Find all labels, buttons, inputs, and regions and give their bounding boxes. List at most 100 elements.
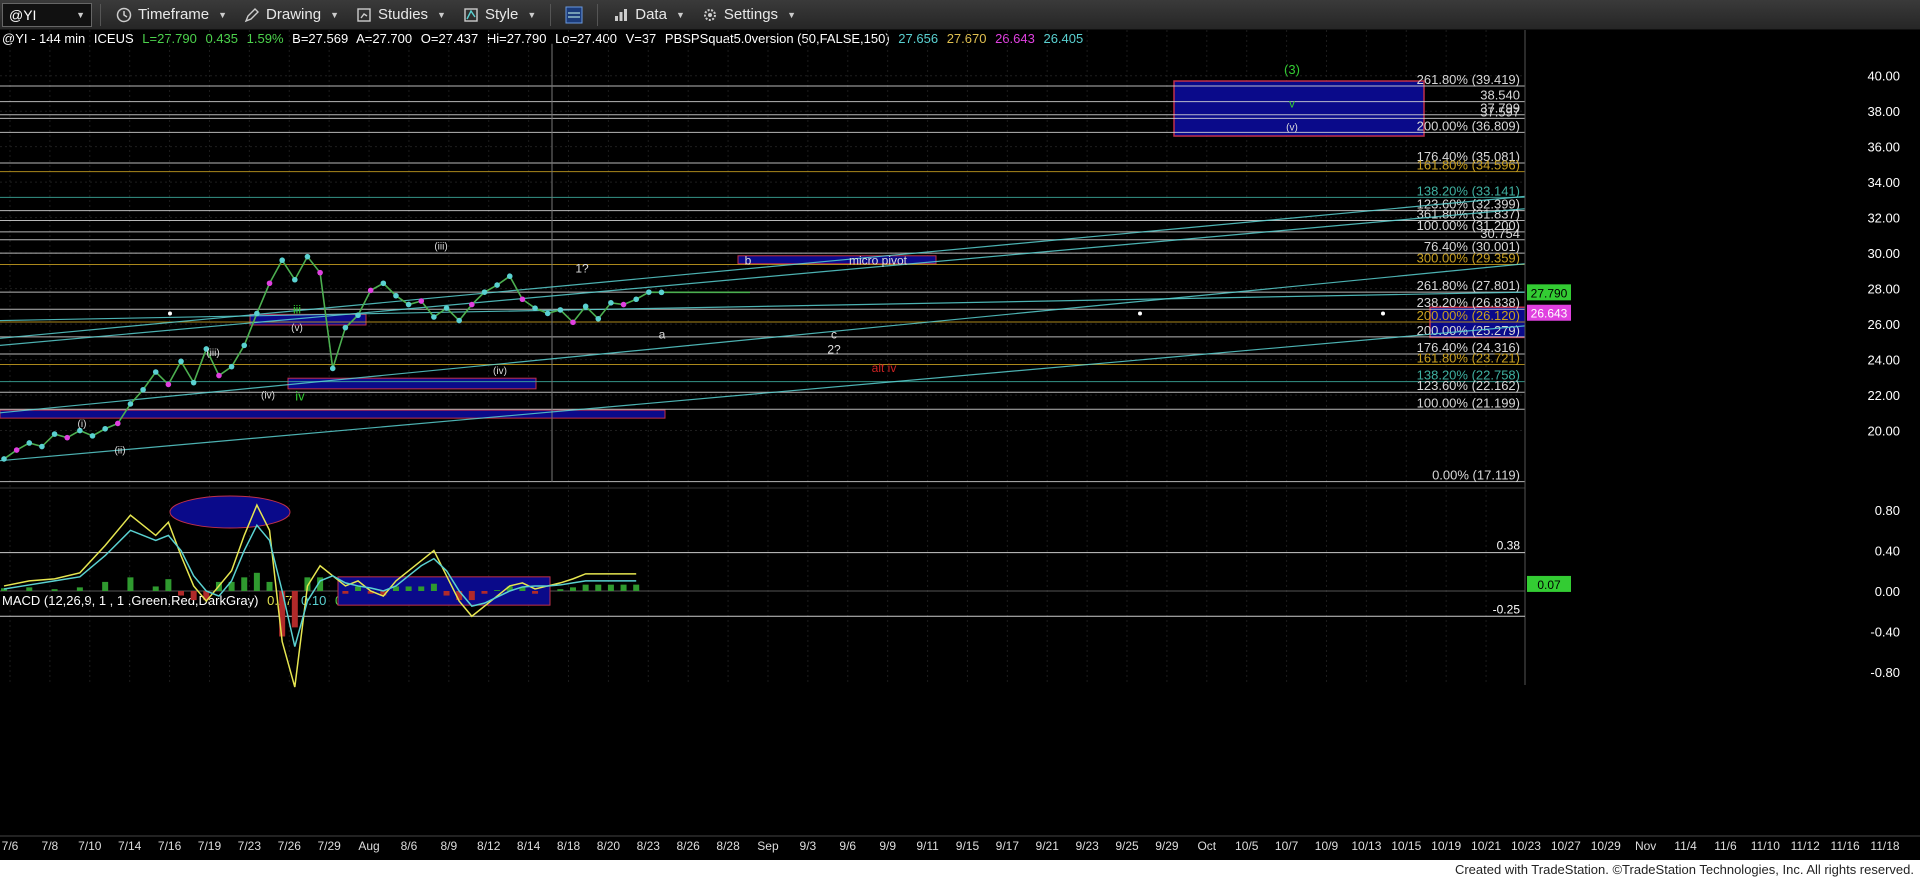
x-tick-label: 9/9 (879, 839, 896, 853)
studies-label: Studies (378, 6, 429, 23)
x-tick-label: 9/6 (839, 839, 856, 853)
toolbar: @YI ▼ Timeframe ▼ Drawing ▼ Studies ▼ St… (0, 0, 1920, 30)
x-tick-label: 7/16 (158, 839, 182, 853)
wave-label-iv-small: (iv) (261, 391, 275, 402)
price-tick-label: 36.00 (1867, 140, 1900, 155)
pivot-dot (317, 269, 323, 276)
price-tick-label: 26.00 (1867, 317, 1900, 332)
price-tick-label: 30.00 (1867, 246, 1900, 261)
macd-histogram-bar (418, 586, 425, 591)
wave-label-iii-small: (iii) (206, 348, 219, 359)
layout-icon (565, 6, 583, 24)
macd-histogram-bar (468, 591, 475, 601)
pivot-dot (165, 381, 172, 388)
x-tick-label: 8/18 (557, 839, 581, 853)
toolbar-separator (550, 3, 552, 26)
x-tick-label: 10/9 (1315, 839, 1339, 853)
macd-histogram-bar (152, 586, 159, 591)
macd-histogram-bar (26, 587, 33, 591)
settings-button[interactable]: Settings ▼ (695, 2, 802, 28)
x-tick-label: 8/26 (677, 839, 701, 853)
macd-tick-label: 0.00 (1875, 584, 1900, 599)
pivot-dot (342, 324, 349, 331)
drawing-label: Drawing (266, 6, 322, 23)
wave-label-v-small-2: (v) (291, 323, 303, 334)
symbol-dropdown-icon[interactable]: ▼ (76, 10, 85, 20)
x-tick-label: 10/7 (1275, 839, 1299, 853)
macd-highlight-ellipse (169, 495, 291, 529)
x-tick-label: Nov (1635, 839, 1656, 853)
pivot-dot (544, 310, 551, 317)
marker-dot (168, 311, 172, 316)
x-tick-label: 8/12 (477, 839, 501, 853)
macd-histogram-bar (102, 581, 109, 591)
timeframe-label: Timeframe (138, 6, 210, 23)
macd-tick-label: 0.80 (1875, 503, 1900, 518)
pivot-dot (292, 276, 298, 283)
x-tick-label: 8/20 (597, 839, 621, 853)
x-tick-label: Oct (1197, 839, 1216, 853)
price-tick-label: 38.00 (1867, 104, 1900, 119)
fib-label: 0.00% (17.119) (1432, 468, 1520, 483)
pivot-dot (519, 296, 526, 303)
trend-lines (0, 195, 1526, 462)
timeframe-button[interactable]: Timeframe ▼ (109, 2, 233, 28)
x-tick-label: 10/21 (1471, 839, 1501, 853)
pivot-dot (418, 298, 425, 304)
macd-histogram-bar (342, 591, 349, 594)
macd-histogram-bar (532, 591, 539, 594)
time-axis: 7/6 7/8 7/10 7/14 7/16 7/19 7/23 7/26 7/29 Aug 8/6… (0, 835, 1920, 853)
wave-label-v: v (1289, 97, 1295, 111)
pivot-dot (456, 317, 462, 324)
macd-histogram-bar (494, 590, 501, 591)
macd-histogram-bar (51, 589, 58, 591)
support-box-iv (287, 377, 537, 390)
drawing-button[interactable]: Drawing ▼ (237, 2, 345, 28)
x-tick-label: 7/23 (238, 839, 262, 853)
pivot-dot (304, 253, 311, 260)
fib-label: 161.80% (23.721) (1417, 351, 1520, 366)
macd-histogram-bar (76, 587, 83, 591)
symbol-input[interactable]: @YI ▼ (2, 2, 92, 27)
macd-histogram-bar (355, 586, 362, 591)
data-button[interactable]: Data ▼ (606, 2, 691, 28)
macd-histogram-bar (620, 584, 627, 591)
toolbar-separator (100, 3, 101, 26)
pivot-dot (532, 305, 538, 311)
studies-button[interactable]: Studies ▼ (349, 2, 452, 28)
pivot-dot (279, 257, 285, 264)
pivot-dot (646, 289, 652, 295)
macd-histogram-bar (253, 572, 260, 591)
wave-label-v-small: (v) (1286, 123, 1298, 134)
gear-icon (701, 6, 719, 24)
price-tick-label: 28.00 (1867, 282, 1900, 297)
x-tick-label: 11/6 (1714, 839, 1737, 853)
pivot-dot (443, 305, 450, 311)
price-tick-label: 20.00 (1867, 424, 1900, 439)
footer-credit: Created with TradeStation. ©TradeStation… (0, 860, 1920, 879)
x-tick-label: 9/17 (996, 839, 1020, 853)
pivot-dot (329, 365, 336, 372)
x-tick-label: 9/23 (1075, 839, 1099, 853)
chevron-down-icon: ▼ (330, 9, 339, 20)
layout-button[interactable] (559, 2, 589, 28)
price-axis-bg (1525, 30, 1920, 685)
trend-line (0, 325, 1526, 462)
pivot-dot (114, 420, 121, 427)
symbol-text: @YI (9, 6, 37, 23)
wave-label-c: c (831, 327, 837, 341)
pivot-dot (405, 301, 412, 308)
chevron-down-icon: ▼ (218, 9, 228, 20)
micro-pivot-label: micro pivot (849, 254, 908, 268)
pivot-dot (13, 447, 20, 453)
macd-histogram-bar (582, 584, 589, 591)
macd-histogram-bar (127, 577, 134, 591)
trend-line (0, 291, 1526, 322)
macd-last-tag-text: 0.07 (1537, 578, 1561, 592)
x-tick-label: 11/16 (1831, 839, 1860, 853)
pivot-dot (140, 386, 146, 393)
chart-canvas[interactable]: 261.80% (39.419)38.54037.79937.597200.00… (0, 30, 1920, 860)
style-button[interactable]: Style ▼ (456, 2, 542, 28)
macd-histogram-bar (165, 579, 172, 591)
x-tick-label: 8/28 (716, 839, 740, 853)
